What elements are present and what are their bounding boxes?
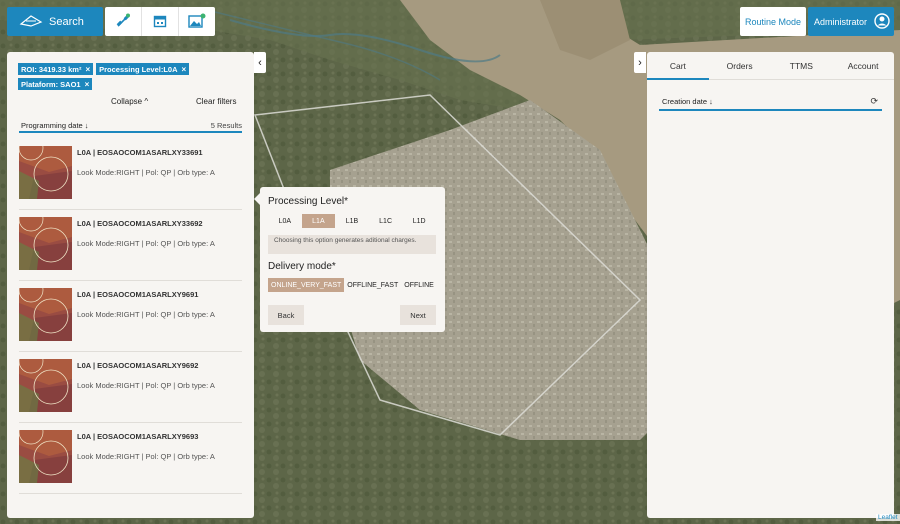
result-item[interactable]: L0A | EOSAOCOM1ASARLXY33691 Look Mode:RI… [19, 139, 242, 210]
result-item[interactable]: L0A | EOSAOCOM1ASARLXY9692 Look Mode:RIG… [19, 352, 242, 423]
results-count: 5 Results [210, 121, 242, 130]
satellite-icon [115, 13, 131, 31]
result-meta: Look Mode:RIGHT | Pol: QP | Orb type: A [77, 381, 215, 390]
processing-level-title: Processing Level* [268, 196, 349, 207]
image-tool-button[interactable] [179, 7, 215, 36]
image-add-icon [188, 13, 206, 31]
user-avatar-icon [874, 12, 890, 31]
delivery-option-offline[interactable]: OFFLINE [401, 278, 437, 292]
remove-filter-icon[interactable]: × [182, 65, 187, 74]
result-item[interactable]: L0A | EOSAOCOM1ASARLXY9693 Look Mode:RIG… [19, 423, 242, 494]
back-button[interactable]: Back [268, 305, 304, 325]
delivery-option-offline-fast[interactable]: OFFLINE_FAST [344, 278, 401, 292]
tab-account[interactable]: Account [832, 52, 894, 79]
level-option-l0a[interactable]: L0A [268, 214, 302, 228]
level-option-l1a[interactable]: L1A [301, 214, 336, 228]
filter-chip-processing-level[interactable]: Processing Level:L0A × [96, 63, 190, 75]
tab-orders[interactable]: Orders [709, 52, 771, 79]
result-title: L0A | EOSAOCOM1ASARLXY33692 [77, 219, 203, 228]
calendar-tool-button[interactable] [142, 7, 179, 36]
remove-filter-icon[interactable]: × [85, 80, 90, 89]
processing-popup: Processing Level* L0A L1A L1B L1C L1D Choosi… [254, 187, 445, 332]
result-title: L0A | EOSAOCOM1ASARLXY33691 [77, 148, 203, 157]
tool-group [105, 7, 215, 36]
remove-filter-icon[interactable]: × [85, 65, 90, 74]
result-thumbnail [19, 359, 72, 412]
collapse-left-panel-button[interactable]: ‹ [254, 52, 266, 73]
result-thumbnail [19, 430, 72, 483]
search-label: Search [49, 15, 84, 28]
result-thumbnail [19, 146, 72, 199]
map-attribution[interactable]: Leaflet [876, 514, 900, 521]
level-option-l1b[interactable]: L1B [335, 214, 369, 228]
result-title: L0A | EOSAOCOM1ASARLXY9691 [77, 290, 199, 299]
delivery-option-online-very-fast[interactable]: ONLINE_VERY_FAST [268, 278, 345, 292]
results-list: L0A | EOSAOCOM1ASARLXY33691 Look Mode:RI… [19, 139, 242, 494]
panel-tabs: Cart Orders TTMS Account [647, 52, 894, 80]
level-option-l1c[interactable]: L1C [369, 214, 403, 228]
result-meta: Look Mode:RIGHT | Pol: QP | Orb type: A [77, 452, 215, 461]
sort-creation-date[interactable]: Creation date ↓ [662, 97, 713, 106]
search-button[interactable]: Search [7, 7, 103, 36]
filter-chip-platform[interactable]: Plataform: SAO1 × [18, 78, 93, 90]
result-meta: Look Mode:RIGHT | Pol: QP | Orb type: A [77, 168, 215, 177]
cart-sort-bar: Creation date ↓ ⟳ [659, 94, 882, 111]
collapse-filters-button[interactable]: Collapse ^ [111, 97, 148, 106]
result-thumbnail [19, 288, 72, 341]
result-meta: Look Mode:RIGHT | Pol: QP | Orb type: A [77, 239, 215, 248]
delivery-mode-options: ONLINE_VERY_FAST OFFLINE_FAST OFFLINE [268, 278, 437, 292]
result-title: L0A | EOSAOCOM1ASARLXY9692 [77, 361, 199, 370]
level-option-l1d[interactable]: L1D [402, 214, 436, 228]
account-menu-button[interactable]: Administrator [808, 7, 894, 36]
result-meta: Look Mode:RIGHT | Pol: QP | Orb type: A [77, 310, 215, 319]
filter-chip-roi[interactable]: ROI: 3419.33 km² × [18, 63, 94, 75]
satellite-tool-button[interactable] [105, 7, 142, 36]
delivery-mode-title: Delivery mode* [268, 261, 336, 272]
active-filters: ROI: 3419.33 km² × Processing Level:L0A … [18, 63, 243, 90]
results-sort-bar: Programming date ↓ 5 Results [19, 120, 242, 133]
result-item[interactable]: L0A | EOSAOCOM1ASARLXY9691 Look Mode:RIG… [19, 281, 242, 352]
result-item[interactable]: L0A | EOSAOCOM1ASARLXY33692 Look Mode:RI… [19, 210, 242, 281]
admin-label: Administrator [814, 16, 868, 27]
routine-mode-button[interactable]: Routine Mode [740, 7, 806, 36]
cart-panel: Cart Orders TTMS Account Creation date ↓ ⟳ [647, 52, 894, 518]
sort-programming-date[interactable]: Programming date ↓ [21, 121, 89, 130]
tab-ttms[interactable]: TTMS [771, 52, 833, 79]
calendar-icon [153, 14, 167, 30]
result-thumbnail [19, 217, 72, 270]
next-button[interactable]: Next [400, 305, 436, 325]
refresh-icon[interactable]: ⟳ [870, 96, 878, 107]
processing-level-options: L0A L1A L1B L1C L1D [268, 214, 436, 228]
result-title: L0A | EOSAOCOM1ASARLXY9693 [77, 432, 199, 441]
search-results-panel: ROI: 3419.33 km² × Processing Level:L0A … [7, 52, 254, 518]
satellite-logo-icon [19, 14, 45, 30]
tab-cart[interactable]: Cart [647, 52, 709, 80]
clear-filters-button[interactable]: Clear filters [196, 97, 236, 106]
expand-right-panel-button[interactable]: › [634, 52, 646, 73]
charges-note: Choosing this option generates aditional… [268, 235, 436, 254]
